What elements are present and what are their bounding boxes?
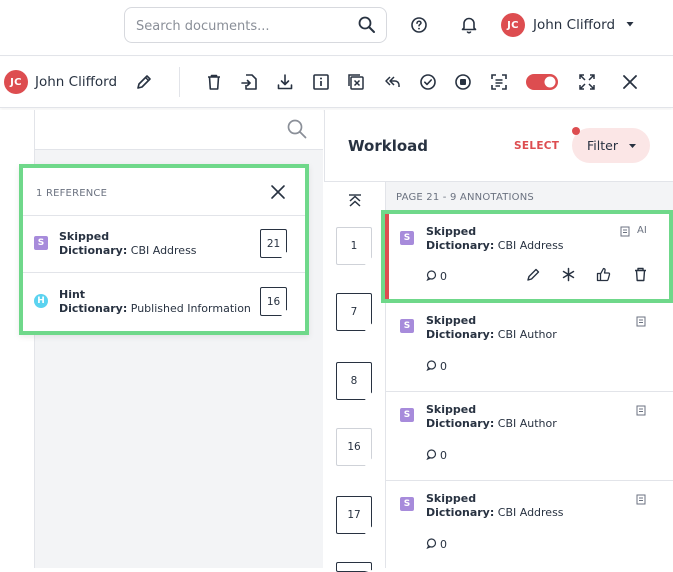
asterisk-icon[interactable] (561, 267, 576, 282)
annotation-dictionary: Dictionary: CBI Address (59, 244, 197, 257)
chevron-down-icon (628, 142, 637, 150)
close-icon[interactable] (270, 184, 286, 200)
comment-count: 0 (440, 538, 447, 551)
annotation-type: Hint (59, 288, 86, 301)
annotation-dictionary: Dictionary: CBI Author (426, 328, 557, 341)
document-icon (620, 226, 630, 237)
annotation-dictionary: Dictionary: CBI Address (426, 239, 564, 252)
scroll-to-top-icon[interactable] (348, 194, 362, 208)
edit-assignee-icon[interactable] (135, 73, 153, 91)
visibility-toggle[interactable] (526, 74, 558, 90)
comment-icon[interactable] (426, 449, 437, 460)
search-box[interactable] (124, 7, 387, 43)
thumbnail-page[interactable]: 16 (336, 428, 372, 466)
user-name[interactable]: John Clifford (533, 17, 615, 33)
page-number[interactable]: 21 (260, 229, 287, 258)
thumbnail-page[interactable] (336, 562, 372, 572)
annotation-card-active[interactable]: S Skipped Dictionary: CBI Address AI 0 (381, 210, 673, 303)
chevron-down-icon[interactable] (625, 19, 635, 29)
comment-count: 0 (440, 449, 447, 462)
skipped-badge: S (400, 408, 414, 422)
assignee-name: John Clifford (35, 74, 118, 90)
reference-item[interactable]: S Skipped Dictionary: CBI Address 21 (23, 216, 305, 273)
download-icon[interactable] (276, 73, 294, 91)
skipped-badge: S (400, 319, 414, 333)
thumbnail-page[interactable]: 1 (336, 227, 372, 265)
annotation-dictionary: Dictionary: CBI Author (426, 417, 557, 430)
close-icon[interactable] (621, 73, 639, 91)
document-icon (636, 316, 646, 327)
move-document-icon[interactable] (241, 73, 259, 91)
annotation-card[interactable]: S Skipped Dictionary: CBI Address 0 (386, 481, 673, 568)
skipped-badge: S (400, 497, 414, 511)
thumbnail-page[interactable]: 7 (336, 293, 372, 331)
workload-title: Workload (348, 137, 428, 155)
hint-badge: H (34, 294, 48, 308)
select-button[interactable]: SELECT (514, 140, 559, 152)
delete-icon[interactable] (206, 73, 222, 91)
annotation-type: Skipped (426, 314, 477, 327)
help-icon[interactable] (410, 16, 428, 34)
document-toolbar: JC John Clifford (0, 57, 673, 108)
skipped-badge: S (400, 231, 414, 245)
annotation-dictionary: Dictionary: Published Information (59, 302, 251, 315)
thumbs-up-icon[interactable] (596, 267, 611, 282)
avatar[interactable]: JC (501, 13, 525, 37)
fullscreen-icon[interactable] (578, 73, 596, 91)
document-icon (636, 494, 646, 505)
toolbar-divider (179, 67, 180, 97)
delete-icon[interactable] (634, 267, 647, 282)
comment-icon[interactable] (426, 538, 437, 549)
active-indicator (385, 214, 389, 299)
annotation-card[interactable]: S Skipped Dictionary: CBI Author 0 (386, 303, 673, 392)
reference-title: 1 REFERENCE (36, 188, 108, 199)
exclude-pages-icon[interactable] (347, 73, 365, 91)
annotation-dictionary: Dictionary: CBI Address (426, 506, 564, 519)
search-icon[interactable] (286, 118, 308, 140)
ai-label: AI (637, 225, 647, 236)
search-input[interactable] (136, 16, 346, 36)
page-number[interactable]: 16 (260, 287, 287, 316)
thumbnail-page[interactable]: 8 (336, 362, 372, 400)
assignee-avatar: JC (4, 70, 28, 94)
annotation-card[interactable]: S Skipped Dictionary: CBI Author 0 (386, 392, 673, 481)
info-icon[interactable] (312, 73, 330, 91)
page-annotations-header: PAGE 21 - 9 ANNOTATIONS (396, 192, 534, 203)
annotation-type: Skipped (426, 403, 477, 416)
comment-count: 0 (440, 270, 447, 283)
comment-count: 0 (440, 360, 447, 373)
thumbnail-page[interactable]: 17 (336, 496, 372, 534)
stop-icon[interactable] (454, 73, 472, 91)
comment-icon[interactable] (426, 270, 437, 281)
bell-icon[interactable] (460, 15, 478, 35)
annotation-type: Skipped (426, 225, 477, 238)
search-icon[interactable] (357, 15, 377, 35)
ocr-scan-icon[interactable] (490, 73, 508, 91)
approve-icon[interactable] (419, 73, 437, 91)
reference-panel: 1 REFERENCE S Skipped Dictionary: CBI Ad… (19, 164, 309, 335)
viewer-header (0, 110, 323, 150)
document-icon (636, 405, 646, 416)
reference-item[interactable]: H Hint Dictionary: Published Information… (23, 274, 305, 331)
edit-icon[interactable] (526, 267, 541, 282)
annotation-type: Skipped (426, 492, 477, 505)
comment-icon[interactable] (426, 360, 437, 371)
filter-active-dot (572, 127, 580, 135)
undo-all-icon[interactable] (383, 73, 401, 91)
filter-button[interactable]: Filter (572, 127, 650, 163)
filter-label: Filter (587, 138, 618, 153)
skipped-badge: S (34, 236, 48, 250)
reference-header: 1 REFERENCE (23, 168, 305, 216)
annotation-type: Skipped (59, 230, 110, 243)
